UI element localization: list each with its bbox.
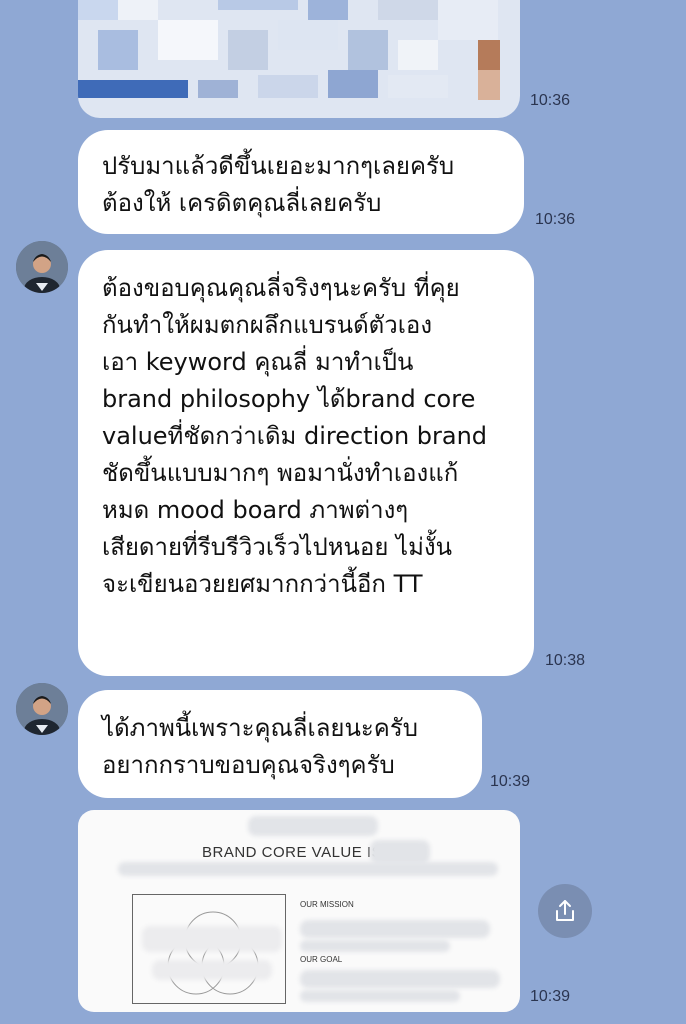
blurred-region xyxy=(248,816,378,836)
blurred-region xyxy=(300,920,490,938)
message-text: ปรับมาแล้วดีขึ้นเยอะมากๆเลยครับ ต้องให้ … xyxy=(102,152,455,217)
mission-label: OUR MISSION xyxy=(300,900,354,909)
timestamp: 10:38 xyxy=(545,652,586,669)
message-bubble[interactable]: ต้องขอบคุณคุณลี่จริงๆนะครับ ที่คุย กันทำ… xyxy=(78,250,534,676)
blurred-region xyxy=(300,970,500,988)
blurred-region xyxy=(300,990,460,1002)
share-icon xyxy=(556,900,574,921)
venn-diagram xyxy=(167,911,259,995)
timestamp: 10:39 xyxy=(530,988,571,1005)
blurred-region xyxy=(142,926,282,952)
image-message-1[interactable] xyxy=(78,0,520,118)
message-text: ต้องขอบคุณคุณลี่จริงๆนะครับ ที่คุย กันทำ… xyxy=(102,274,488,598)
image-message-2[interactable]: BRAND CORE VALUE IS OUR MISSION OUR GOAL xyxy=(78,810,520,1012)
goal-label: OUR GOAL xyxy=(300,955,343,964)
timestamp: 10:39 xyxy=(490,773,531,790)
blurred-region xyxy=(152,960,272,980)
timestamp: 10:36 xyxy=(530,92,571,109)
message-text: ได้ภาพนี้เพราะคุณลี่เลยนะครับ อยากกราบขอ… xyxy=(102,714,418,779)
contact-avatar[interactable] xyxy=(16,683,68,735)
image-title: BRAND CORE VALUE IS xyxy=(202,844,383,861)
blurred-region xyxy=(118,862,498,876)
message-bubble[interactable]: ปรับมาแล้วดีขึ้นเยอะมากๆเลยครับ ต้องให้ … xyxy=(78,130,524,234)
timestamp: 10:36 xyxy=(535,211,576,228)
share-button[interactable] xyxy=(538,884,592,938)
blurred-region xyxy=(370,840,430,864)
contact-avatar[interactable] xyxy=(16,241,68,293)
message-bubble[interactable]: ได้ภาพนี้เพราะคุณลี่เลยนะครับ อยากกราบขอ… xyxy=(78,690,482,798)
blurred-region xyxy=(300,940,450,952)
pixelated-image xyxy=(78,0,520,118)
